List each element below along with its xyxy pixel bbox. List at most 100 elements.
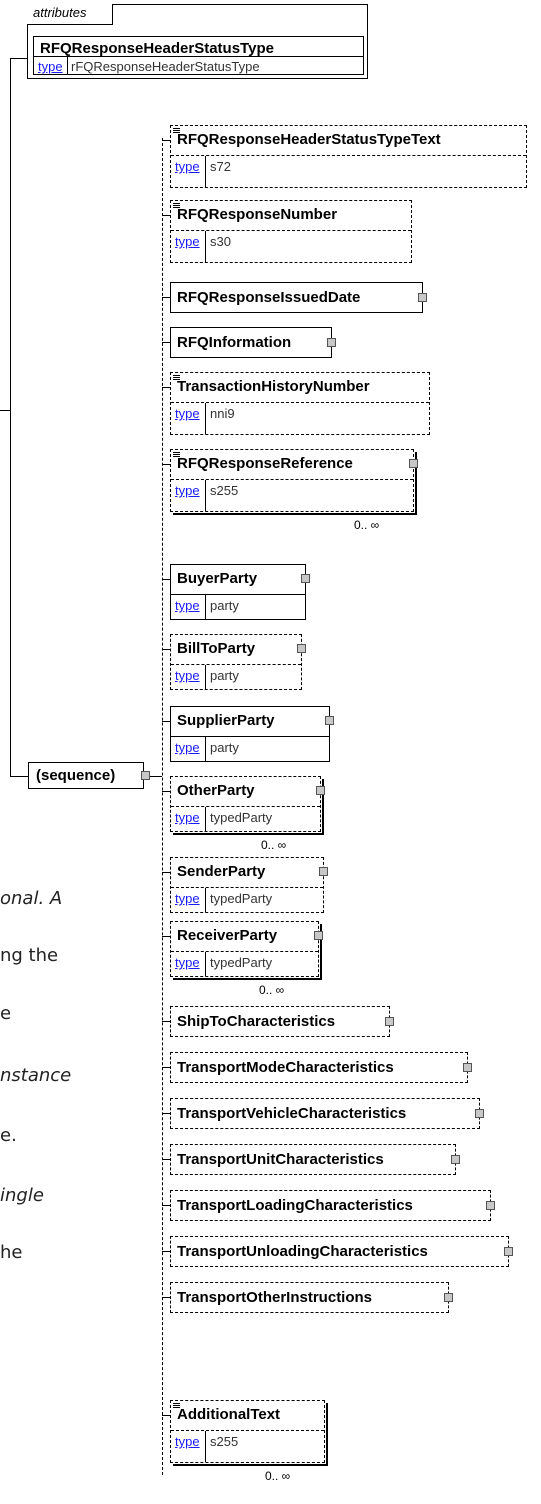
element-transport-vehicle-characteristics[interactable]: TransportVehicleCharacteristics <box>170 1098 480 1129</box>
root-connector-to-sequence <box>10 776 28 777</box>
multiplicity-shadow <box>173 513 417 515</box>
element-rfq-response-reference[interactable]: RFQResponseReference type s255 <box>170 449 414 512</box>
expand-icon[interactable] <box>316 786 325 795</box>
expand-icon[interactable] <box>418 293 427 302</box>
type-divider <box>205 737 206 761</box>
element-transport-unloading-characteristics[interactable]: TransportUnloadingCharacteristics <box>170 1236 509 1267</box>
type-divider <box>205 888 206 912</box>
element-connector <box>162 1205 170 1206</box>
type-link[interactable]: type <box>175 891 200 906</box>
element-rfq-information[interactable]: RFQInformation <box>170 327 332 358</box>
type-link[interactable]: type <box>175 810 200 825</box>
expand-icon[interactable] <box>319 867 328 876</box>
element-name: BuyerParty <box>177 570 258 587</box>
element-supplier-party[interactable]: SupplierParty type party <box>170 706 330 762</box>
element-divider <box>171 951 318 952</box>
documentation-line: e. <box>0 1125 17 1146</box>
element-ship-to-characteristics[interactable]: ShipToCharacteristics <box>170 1006 390 1037</box>
expand-icon[interactable] <box>444 1293 453 1302</box>
expand-icon[interactable] <box>463 1063 472 1072</box>
documentation-line: ingle <box>0 1185 44 1206</box>
type-value: typedParty <box>210 955 273 970</box>
expand-icon[interactable] <box>297 644 306 653</box>
element-rfq-response-issued-date[interactable]: RFQResponseIssuedDate <box>170 282 423 313</box>
element-connector <box>162 1113 170 1114</box>
type-divider <box>205 665 206 689</box>
multiplicity-shadow <box>173 978 322 980</box>
type-divider <box>205 595 206 619</box>
documentation-line: e <box>0 1003 12 1024</box>
element-connector <box>162 1021 170 1022</box>
element-transport-unit-characteristics[interactable]: TransportUnitCharacteristics <box>170 1144 456 1175</box>
documentation-line: nstance <box>0 1065 72 1086</box>
element-sender-party[interactable]: SenderParty type typedParty <box>170 857 324 913</box>
element-rfq-response-header-status-type-text[interactable]: RFQResponseHeaderStatusTypeText type s72 <box>170 125 527 188</box>
element-transaction-history-number[interactable]: TransactionHistoryNumber type nni9 <box>170 372 430 435</box>
attribute-type-divider <box>67 57 68 74</box>
element-receiver-party[interactable]: ReceiverParty type typedParty <box>170 921 319 977</box>
documentation-line: onal. A <box>0 888 63 909</box>
element-name: TransportOtherInstructions <box>177 1289 373 1306</box>
expand-icon[interactable] <box>385 1017 394 1026</box>
type-divider <box>205 807 206 831</box>
cardinality-label: 0.. ∞ <box>259 983 285 997</box>
expand-icon[interactable] <box>301 574 310 583</box>
element-name: BillToParty <box>177 640 256 657</box>
element-connector <box>162 297 170 298</box>
type-link[interactable]: type <box>175 955 200 970</box>
element-name: AdditionalText <box>177 1406 281 1423</box>
expand-icon[interactable] <box>327 338 336 347</box>
attribute-name: RFQResponseHeaderStatusType <box>40 40 274 57</box>
attributes-header-label: attributes <box>33 5 87 20</box>
element-name: ReceiverParty <box>177 927 278 944</box>
root-connector-vertical <box>10 58 11 776</box>
attribute-rfq-response-header-status-type[interactable]: RFQResponseHeaderStatusType type rFQResp… <box>33 36 364 75</box>
documentation-line: he <box>0 1242 23 1263</box>
expand-icon[interactable] <box>475 1109 484 1118</box>
type-link[interactable]: type <box>175 598 200 613</box>
expand-icon[interactable] <box>451 1155 460 1164</box>
element-connector <box>162 1067 170 1068</box>
type-link[interactable]: type <box>175 483 200 498</box>
sequence-node[interactable]: (sequence) <box>28 762 144 789</box>
element-name: RFQResponseReference <box>177 455 353 472</box>
type-divider <box>205 952 206 976</box>
element-buyer-party[interactable]: BuyerParty type party <box>170 564 306 620</box>
element-name: TransportVehicleCharacteristics <box>177 1105 407 1122</box>
attribute-type-value: rFQResponseHeaderStatusType <box>71 59 260 74</box>
expand-icon[interactable] <box>486 1201 495 1210</box>
sequence-label: (sequence) <box>36 767 116 784</box>
expand-icon[interactable] <box>314 931 323 940</box>
element-connector <box>162 342 170 343</box>
element-transport-other-instructions[interactable]: TransportOtherInstructions <box>170 1282 449 1313</box>
attribute-type-link[interactable]: type <box>38 59 63 74</box>
element-divider <box>171 594 305 595</box>
element-rfq-response-number[interactable]: RFQResponseNumber type s30 <box>170 200 412 263</box>
type-link[interactable]: type <box>175 1434 200 1449</box>
element-divider <box>171 230 411 231</box>
type-link[interactable]: type <box>175 740 200 755</box>
element-transport-mode-characteristics[interactable]: TransportModeCharacteristics <box>170 1052 468 1083</box>
sequence-expander[interactable] <box>141 771 150 780</box>
type-value: party <box>210 668 239 683</box>
expand-icon[interactable] <box>325 716 334 725</box>
documentation-line: ng the <box>0 945 59 966</box>
element-connector <box>162 721 170 722</box>
element-bill-to-party[interactable]: BillToParty type party <box>170 634 302 690</box>
element-name: TransportUnitCharacteristics <box>177 1151 384 1168</box>
root-connector-left-stub <box>0 410 10 411</box>
expand-icon[interactable] <box>504 1247 513 1256</box>
type-divider <box>205 403 206 434</box>
multiplicity-shadow <box>173 1464 328 1466</box>
type-link[interactable]: type <box>175 234 200 249</box>
element-other-party[interactable]: OtherParty type typedParty <box>170 776 321 832</box>
element-divider <box>171 155 526 156</box>
type-value: s72 <box>210 159 231 174</box>
type-link[interactable]: type <box>175 406 200 421</box>
sequence-bus <box>162 138 163 1475</box>
type-link[interactable]: type <box>175 668 200 683</box>
expand-icon[interactable] <box>409 459 418 468</box>
element-transport-loading-characteristics[interactable]: TransportLoadingCharacteristics <box>170 1190 491 1221</box>
type-link[interactable]: type <box>175 159 200 174</box>
element-additional-text[interactable]: AdditionalText type s255 <box>170 1400 325 1463</box>
